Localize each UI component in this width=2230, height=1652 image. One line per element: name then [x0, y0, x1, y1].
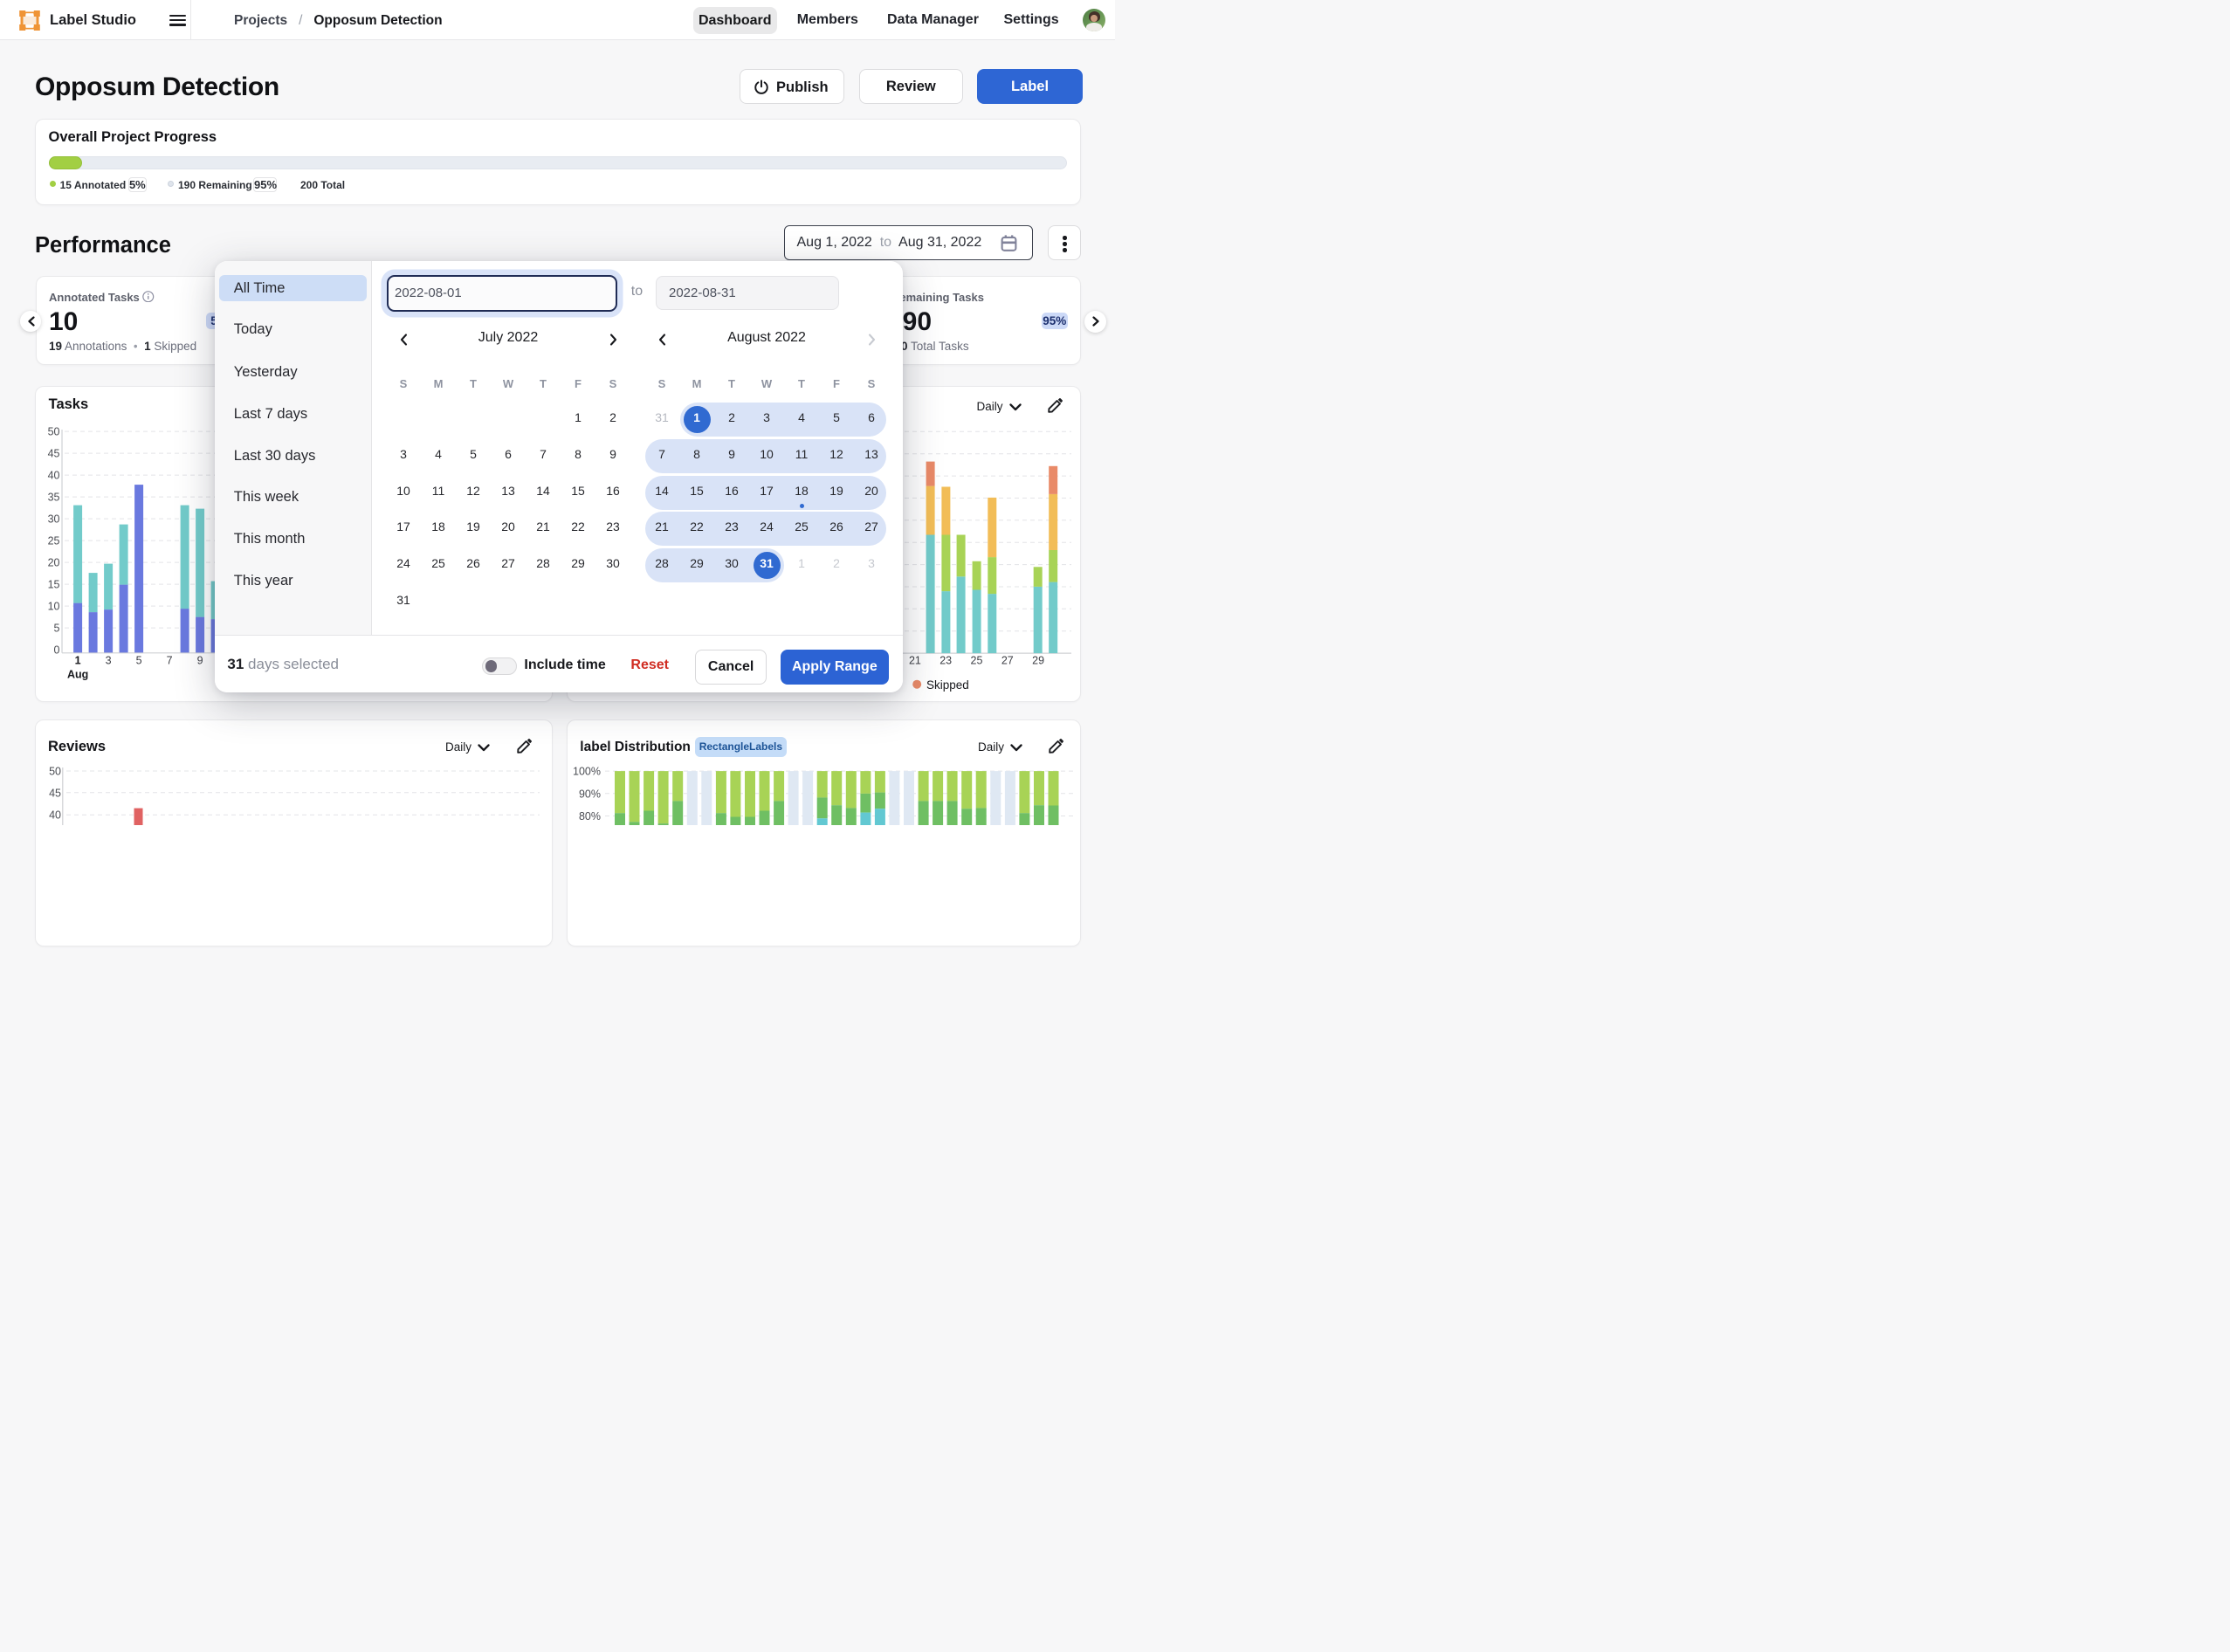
- svg-text:45: 45: [49, 788, 61, 800]
- svg-text:90%: 90%: [579, 788, 601, 801]
- svg-text:40: 40: [49, 809, 61, 822]
- svg-text:23: 23: [939, 654, 952, 666]
- svg-text:9: 9: [197, 654, 203, 666]
- svg-text:5: 5: [54, 622, 60, 634]
- svg-text:50: 50: [49, 766, 61, 778]
- svg-text:7: 7: [167, 654, 173, 666]
- svg-text:Aug: Aug: [67, 668, 88, 680]
- svg-text:40: 40: [48, 469, 60, 481]
- svg-text:50: 50: [48, 425, 60, 437]
- svg-text:3: 3: [106, 654, 112, 666]
- svg-text:25: 25: [48, 534, 60, 547]
- svg-text:27: 27: [1001, 654, 1013, 666]
- svg-text:1: 1: [75, 654, 81, 666]
- svg-text:25: 25: [970, 654, 982, 666]
- svg-text:30: 30: [48, 513, 60, 525]
- svg-text:15: 15: [48, 578, 60, 590]
- svg-text:0: 0: [54, 644, 60, 656]
- svg-text:Skipped: Skipped: [926, 678, 969, 692]
- svg-text:21: 21: [909, 654, 921, 666]
- svg-text:5: 5: [136, 654, 142, 666]
- svg-text:29: 29: [1032, 654, 1044, 666]
- svg-text:45: 45: [48, 447, 60, 459]
- svg-text:100%: 100%: [573, 766, 601, 778]
- svg-text:35: 35: [48, 491, 60, 503]
- svg-text:80%: 80%: [579, 810, 601, 823]
- svg-text:20: 20: [48, 556, 60, 568]
- svg-text:10: 10: [48, 600, 60, 612]
